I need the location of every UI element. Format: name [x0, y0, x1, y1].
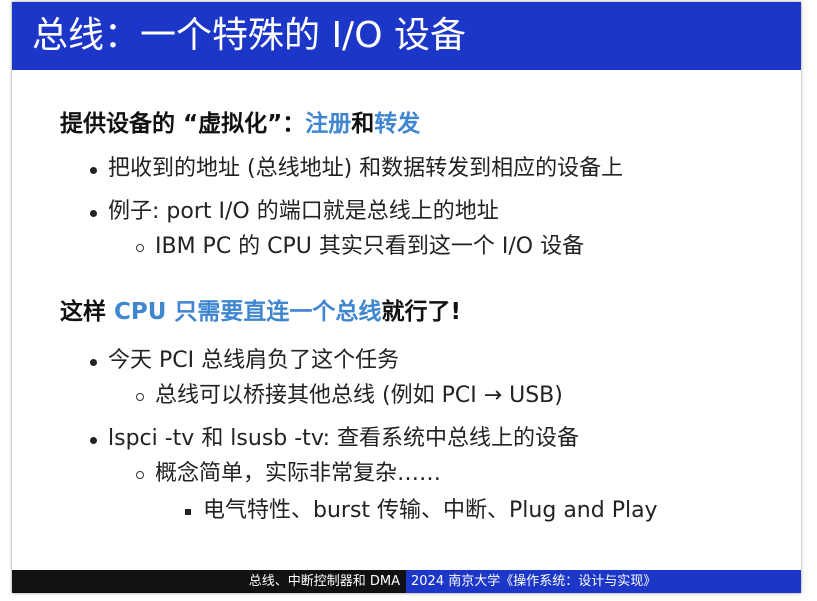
section1-heading-highlight-forward: 转发: [374, 111, 421, 137]
slide: 总线：一个特殊的 I/O 设备 提供设备的 “虚拟化”：注册和转发 把收到的地址…: [12, 2, 801, 593]
slide-footer: 总线、中断控制器和 DMA 2024 南京大学《操作系统：设计与实现》: [12, 570, 801, 593]
section1-heading-highlight-register: 注册: [305, 111, 352, 137]
list-item: lspci -tv 和 lsusb -tv: 查看系统中总线上的设备: [90, 424, 580, 454]
section2-heading-prefix: 这样: [60, 299, 115, 325]
sub-list-item: 概念简单，实际非常复杂……: [136, 459, 442, 489]
section2-heading-suffix: 就行了!: [381, 299, 461, 325]
bullet-circle-icon: [136, 471, 144, 479]
section1-heading-mid: 和: [351, 111, 375, 137]
list-item: 今天 PCI 总线肩负了这个任务: [90, 346, 400, 376]
title-bar: 总线：一个特殊的 I/O 设备: [12, 2, 801, 70]
bullet-square-icon: [185, 509, 191, 515]
list-item-text: lspci -tv 和 lsusb -tv: 查看系统中总线上的设备: [108, 426, 580, 451]
sub-list-item-text: IBM PC 的 CPU 其实只看到这一个 I/O 设备: [155, 234, 585, 259]
section2-heading: 这样 CPU 只需要直连一个总线就行了!: [60, 296, 461, 328]
bullet-disc-icon: [90, 437, 97, 444]
list-item-text: 例子: port I/O 的端口就是总线上的地址: [108, 199, 499, 224]
footer-topic: 总线、中断控制器和 DMA: [12, 570, 406, 593]
bullet-circle-icon: [136, 244, 144, 252]
sub-sub-list-item: 电气特性、burst 传输、中断、Plug and Play: [185, 496, 658, 526]
slide-title: 总线：一个特殊的 I/O 设备: [32, 15, 466, 56]
bullet-disc-icon: [90, 210, 97, 217]
list-item-text: 把收到的地址 (总线地址) 和数据转发到相应的设备上: [108, 156, 624, 181]
slide-content: 提供设备的 “虚拟化”：注册和转发 把收到的地址 (总线地址) 和数据转发到相应…: [12, 70, 801, 570]
bullet-circle-icon: [136, 393, 144, 401]
sub-list-item: IBM PC 的 CPU 其实只看到这一个 I/O 设备: [136, 232, 585, 262]
section1-heading: 提供设备的 “虚拟化”：注册和转发: [60, 108, 420, 140]
sub-list-item: 总线可以桥接其他总线 (例如 PCI → USB): [136, 381, 563, 411]
sub-list-item-text: 总线可以桥接其他总线 (例如 PCI → USB): [155, 383, 563, 408]
sub-list-item-text: 概念简单，实际非常复杂……: [155, 461, 442, 486]
list-item: 把收到的地址 (总线地址) 和数据转发到相应的设备上: [90, 154, 624, 184]
list-item: 例子: port I/O 的端口就是总线上的地址: [90, 197, 499, 227]
bullet-disc-icon: [90, 359, 97, 366]
section1-heading-prefix: 提供设备的 “虚拟化”：: [60, 111, 306, 137]
bullet-disc-icon: [90, 167, 97, 174]
list-item-text: 今天 PCI 总线肩负了这个任务: [108, 348, 400, 373]
footer-course: 2024 南京大学《操作系统：设计与实现》: [406, 570, 801, 593]
section2-heading-highlight: CPU 只需要直连一个总线: [114, 299, 382, 325]
sub-sub-list-item-text: 电气特性、burst 传输、中断、Plug and Play: [203, 498, 658, 523]
